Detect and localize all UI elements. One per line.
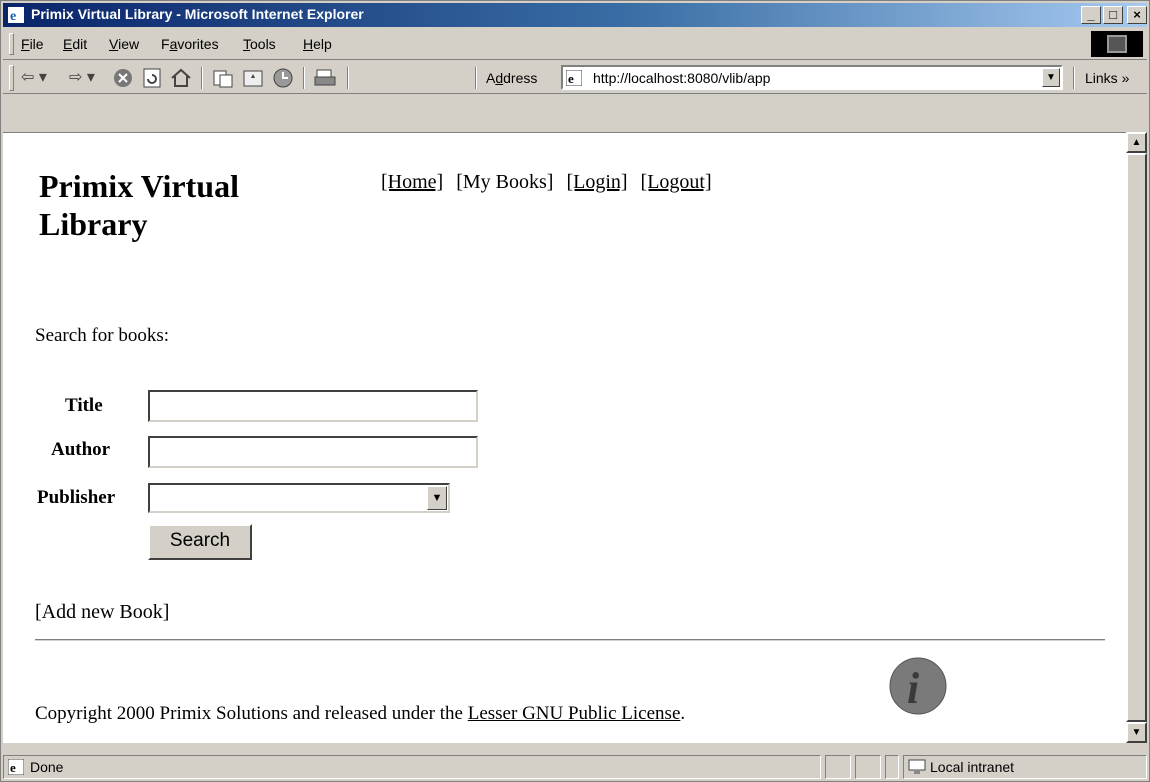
nav-home-link[interactable]: [Home] — [381, 171, 443, 193]
nav-my-books: [My Books] — [456, 171, 554, 193]
publisher-select[interactable]: ▼ — [148, 483, 450, 513]
license-link[interactable]: Lesser GNU Public License — [468, 703, 681, 724]
status-bar: e Done Local intranet — [3, 753, 1147, 781]
close-button[interactable]: × — [1127, 6, 1147, 24]
zone-panel: Local intranet — [903, 755, 1147, 779]
copyright-suffix: . — [680, 703, 686, 724]
nav-login-link[interactable]: [Login] — [566, 171, 627, 193]
site-title: Primix Virtual Library — [39, 168, 239, 242]
home-icon[interactable] — [169, 67, 193, 89]
window-title: Primix Virtual Library - Microsoft Inter… — [31, 6, 364, 22]
top-nav: [Home] [My Books] [Login] [Logout] — [381, 171, 720, 194]
search-prompt: Search for books: — [35, 325, 170, 346]
refresh-icon[interactable] — [141, 67, 163, 89]
page-icon: e — [566, 70, 582, 86]
svg-text:i: i — [907, 664, 920, 713]
search-button[interactable]: Search — [148, 524, 252, 560]
author-label: Author — [51, 439, 111, 460]
status-text: Done — [30, 759, 64, 775]
links-button[interactable]: Links » — [1085, 70, 1129, 86]
minimize-button[interactable]: _ — [1081, 6, 1101, 24]
page-content: Primix Virtual Library [Home] [My Books]… — [3, 132, 1126, 743]
toolbar-separator — [347, 67, 349, 89]
vertical-scrollbar[interactable]: ▲ ▼ — [1126, 132, 1147, 743]
page-done-icon: e — [8, 759, 24, 775]
menu-tools[interactable]: Tools — [243, 36, 276, 52]
address-label: Address — [486, 70, 538, 86]
toolbar-grip[interactable] — [9, 65, 14, 91]
divider — [35, 639, 1105, 641]
nav-logout-link[interactable]: [Logout] — [641, 171, 712, 193]
status-main: e Done — [3, 755, 821, 779]
frame-edge — [3, 97, 1147, 133]
menu-favorites[interactable]: Favorites — [161, 36, 219, 52]
intranet-icon — [908, 759, 926, 774]
ie-logo-icon: e — [8, 7, 24, 24]
svg-text:e: e — [10, 9, 16, 24]
title-bar[interactable]: e Primix Virtual Library - Microsoft Int… — [3, 3, 1147, 27]
svg-text:e: e — [568, 71, 574, 86]
chevron-down-icon[interactable]: ▼ — [1042, 68, 1060, 87]
standard-toolbar: ⇦ ▾ ⇨ ▾ Address e http://localhost:8080/… — [3, 61, 1147, 94]
status-cell — [825, 755, 851, 779]
back-icon[interactable]: ⇦ ▾ — [21, 67, 47, 89]
zone-text: Local intranet — [930, 759, 1015, 775]
author-input[interactable] — [148, 436, 478, 468]
scroll-down-icon[interactable]: ▼ — [1126, 722, 1147, 743]
print-icon[interactable] — [313, 67, 337, 89]
search-icon[interactable] — [211, 67, 235, 89]
add-book-link[interactable]: [Add new Book] — [35, 601, 169, 624]
toolbar-separator — [201, 67, 203, 89]
maximize-button[interactable]: □ — [1103, 6, 1123, 24]
address-url[interactable]: http://localhost:8080/vlib/app — [593, 70, 770, 86]
stop-icon[interactable] — [111, 67, 135, 89]
menu-bar-grip[interactable] — [9, 33, 14, 55]
forward-icon[interactable]: ⇨ ▾ — [69, 67, 95, 89]
svg-text:e: e — [10, 760, 16, 775]
status-cell — [885, 755, 899, 779]
menu-bar: File Edit View Favorites Tools Help — [3, 29, 1147, 60]
status-cell — [855, 755, 881, 779]
publisher-label: Publisher — [37, 487, 116, 508]
address-bar[interactable]: e http://localhost:8080/vlib/app ▼ — [561, 65, 1063, 90]
title-input[interactable] — [148, 390, 478, 422]
toolbar-separator — [475, 67, 477, 89]
menu-help[interactable]: Help — [303, 36, 332, 52]
menu-view[interactable]: View — [109, 36, 139, 52]
info-icon[interactable]: i — [889, 657, 947, 715]
windows-logo-icon — [1091, 31, 1143, 57]
scrollbar-thumb[interactable] — [1126, 153, 1147, 722]
toolbar-separator — [1073, 67, 1075, 89]
scroll-up-icon[interactable]: ▲ — [1126, 132, 1147, 153]
menu-edit[interactable]: Edit — [63, 36, 87, 52]
copyright-prefix: Copyright 2000 Primix Solutions and rele… — [35, 703, 468, 724]
toolbar-separator — [303, 67, 305, 89]
title-label: Title — [65, 395, 103, 416]
browser-window: e Primix Virtual Library - Microsoft Int… — [0, 0, 1150, 782]
copyright-text: Copyright 2000 Primix Solutions and rele… — [35, 703, 685, 725]
history-icon[interactable] — [271, 67, 295, 89]
chevron-down-icon[interactable]: ▼ — [427, 486, 447, 510]
menu-file[interactable]: File — [21, 36, 44, 52]
favorites-icon[interactable] — [241, 67, 265, 89]
